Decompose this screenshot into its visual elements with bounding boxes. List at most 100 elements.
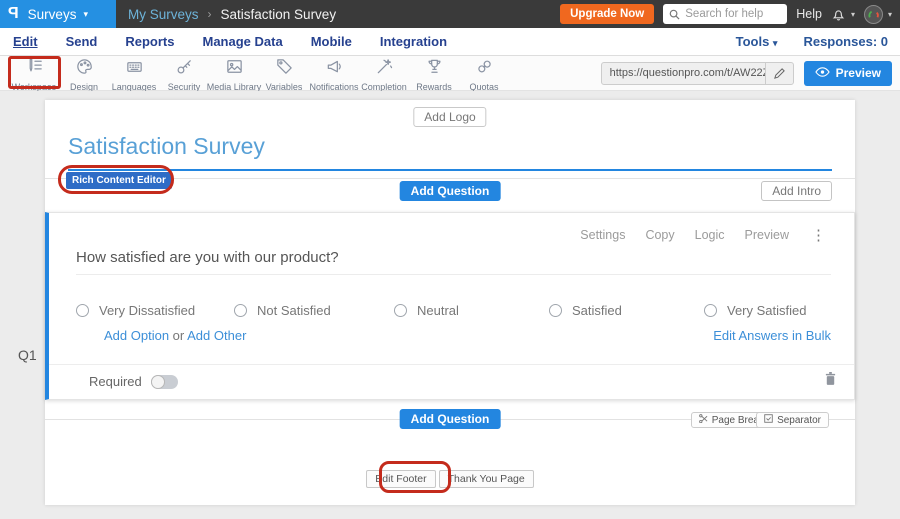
add-option-link[interactable]: Add Option — [104, 328, 169, 343]
toolbar-media-library-button[interactable]: Media Library — [211, 55, 257, 92]
tools-dropdown[interactable]: Tools ▾ — [736, 34, 778, 49]
tab-send[interactable]: Send — [66, 34, 98, 49]
search-icon — [669, 9, 680, 20]
add-intro-button[interactable]: Add Intro — [761, 181, 832, 201]
toolbar-security-button[interactable]: Security — [161, 55, 207, 92]
breadcrumb-current-survey: Satisfaction Survey — [221, 7, 337, 22]
radio-icon[interactable] — [704, 304, 717, 317]
footer-row: Edit Footer Thank You Page — [45, 470, 855, 488]
scissors-icon — [699, 414, 708, 426]
add-option-links: Add Option or Add Other — [104, 328, 246, 343]
question-card: Q1 Settings Copy Logic Preview ⋮ How sat… — [45, 212, 855, 400]
upgrade-now-button[interactable]: Upgrade Now — [560, 4, 654, 24]
edit-answers-in-bulk-link[interactable]: Edit Answers in Bulk — [713, 328, 831, 343]
radio-icon[interactable] — [76, 304, 89, 317]
palette-icon — [75, 57, 94, 81]
menu-right: Tools ▾ Responses: 0 — [736, 34, 900, 49]
tab-manage-data[interactable]: Manage Data — [202, 34, 282, 49]
preview-button[interactable]: Preview — [804, 61, 892, 86]
edit-footer-button[interactable]: Edit Footer — [366, 470, 435, 488]
tab-reports[interactable]: Reports — [125, 34, 174, 49]
question-text[interactable]: How satisfied are you with our product? — [76, 249, 339, 266]
radio-icon[interactable] — [394, 304, 407, 317]
eye-icon — [815, 66, 830, 80]
title-underline — [68, 169, 832, 171]
option-very-dissatisfied[interactable]: Very Dissatisfied — [76, 303, 195, 318]
option-neutral[interactable]: Neutral — [394, 303, 459, 318]
toggle-knob — [151, 375, 165, 389]
rich-content-editor-button[interactable]: Rich Content Editor — [66, 172, 172, 189]
editor-content: Add Logo Satisfaction Survey Rich Conten… — [0, 91, 900, 519]
add-question-button-top[interactable]: Add Question — [400, 181, 501, 201]
toolbar-quotas-button[interactable]: Quotas — [461, 55, 507, 92]
question-copy-link[interactable]: Copy — [645, 228, 674, 242]
chevron-down-icon: ▾ — [773, 38, 778, 48]
toolbar-variables-button[interactable]: Variables — [261, 55, 307, 92]
option-not-satisfied[interactable]: Not Satisfied — [234, 303, 331, 318]
magic-wand-icon — [375, 57, 394, 81]
survey-canvas: Add Logo Satisfaction Survey Rich Conten… — [45, 100, 855, 505]
trophy-icon — [425, 57, 444, 81]
add-question-button-bottom[interactable]: Add Question — [400, 409, 501, 429]
toolbar-design-button[interactable]: Design — [61, 55, 107, 92]
breadcrumb-separator-icon: › — [208, 7, 212, 21]
toolbar-completion-button[interactable]: Completion — [361, 55, 407, 92]
question-preview-link[interactable]: Preview — [745, 228, 789, 242]
responses-count: Responses: 0 — [803, 34, 888, 49]
editor-toolbar: Workspace Design Languages Security Medi… — [0, 56, 900, 91]
radio-icon[interactable] — [549, 304, 562, 317]
megaphone-icon — [325, 57, 344, 81]
question-settings-link[interactable]: Settings — [580, 228, 625, 242]
required-row: Required — [89, 374, 178, 389]
add-logo-button[interactable]: Add Logo — [413, 107, 486, 127]
questionpro-logo-icon: P — [8, 5, 19, 23]
or-label: or — [173, 328, 185, 343]
checkbox-icon — [764, 414, 773, 426]
survey-menu-bar: Edit Send Reports Manage Data Mobile Int… — [0, 28, 900, 56]
key-icon — [175, 57, 194, 81]
toolbar-workspace-button[interactable]: Workspace — [11, 55, 57, 92]
chevron-down-icon: ▾ — [888, 10, 892, 19]
workspace-icon — [25, 57, 44, 81]
question-number: Q1 — [18, 347, 37, 363]
add-other-link[interactable]: Add Other — [187, 328, 246, 343]
breadcrumb-my-surveys[interactable]: My Surveys — [128, 7, 199, 22]
header-actions: Upgrade Now Help ▾ ▾ — [560, 4, 900, 24]
tab-integration[interactable]: Integration — [380, 34, 447, 49]
question-logic-link[interactable]: Logic — [695, 228, 725, 242]
tab-mobile[interactable]: Mobile — [311, 34, 352, 49]
chevron-down-icon: ▾ — [851, 10, 855, 19]
thank-you-page-button[interactable]: Thank You Page — [439, 470, 534, 488]
toolbar-languages-button[interactable]: Languages — [111, 55, 157, 92]
chevron-down-icon: ▾ — [83, 9, 88, 20]
help-link[interactable]: Help — [796, 7, 822, 21]
delete-question-trash-icon[interactable] — [824, 371, 837, 391]
questionpro-survey-editor: P Surveys ▾ My Surveys › Satisfaction Su… — [0, 0, 900, 519]
help-search-box[interactable] — [663, 4, 787, 24]
tab-edit[interactable]: Edit — [13, 34, 38, 49]
option-satisfied[interactable]: Satisfied — [549, 303, 622, 318]
toolbar-right: https://questionpro.com/t/AW22ZcuEJ Prev… — [601, 61, 900, 86]
toolbar-rewards-button[interactable]: Rewards — [411, 55, 457, 92]
menu-items: Edit Send Reports Manage Data Mobile Int… — [0, 34, 447, 49]
required-label: Required — [89, 374, 142, 389]
toolbar-notifications-button[interactable]: Notifications — [311, 55, 357, 92]
tag-icon — [275, 57, 294, 81]
option-very-satisfied[interactable]: Very Satisfied — [704, 303, 807, 318]
question-footer-divider — [49, 364, 854, 365]
chain-links-icon — [475, 57, 494, 81]
keyboard-icon — [125, 57, 144, 81]
search-input[interactable] — [685, 8, 781, 20]
radio-icon[interactable] — [234, 304, 247, 317]
separator-button[interactable]: Separator — [756, 412, 829, 428]
image-icon — [225, 57, 244, 81]
top-header: P Surveys ▾ My Surveys › Satisfaction Su… — [0, 0, 900, 28]
required-toggle[interactable] — [151, 375, 178, 389]
survey-title[interactable]: Satisfaction Survey — [68, 133, 265, 160]
surveys-product-menu[interactable]: P Surveys ▾ — [0, 0, 116, 28]
avatar[interactable] — [864, 5, 883, 24]
breadcrumb: My Surveys › Satisfaction Survey — [128, 7, 336, 22]
edit-url-pencil-icon[interactable] — [765, 63, 793, 84]
question-more-options-icon[interactable]: ⋮ — [811, 226, 826, 244]
notifications-bell-icon[interactable] — [831, 7, 846, 22]
